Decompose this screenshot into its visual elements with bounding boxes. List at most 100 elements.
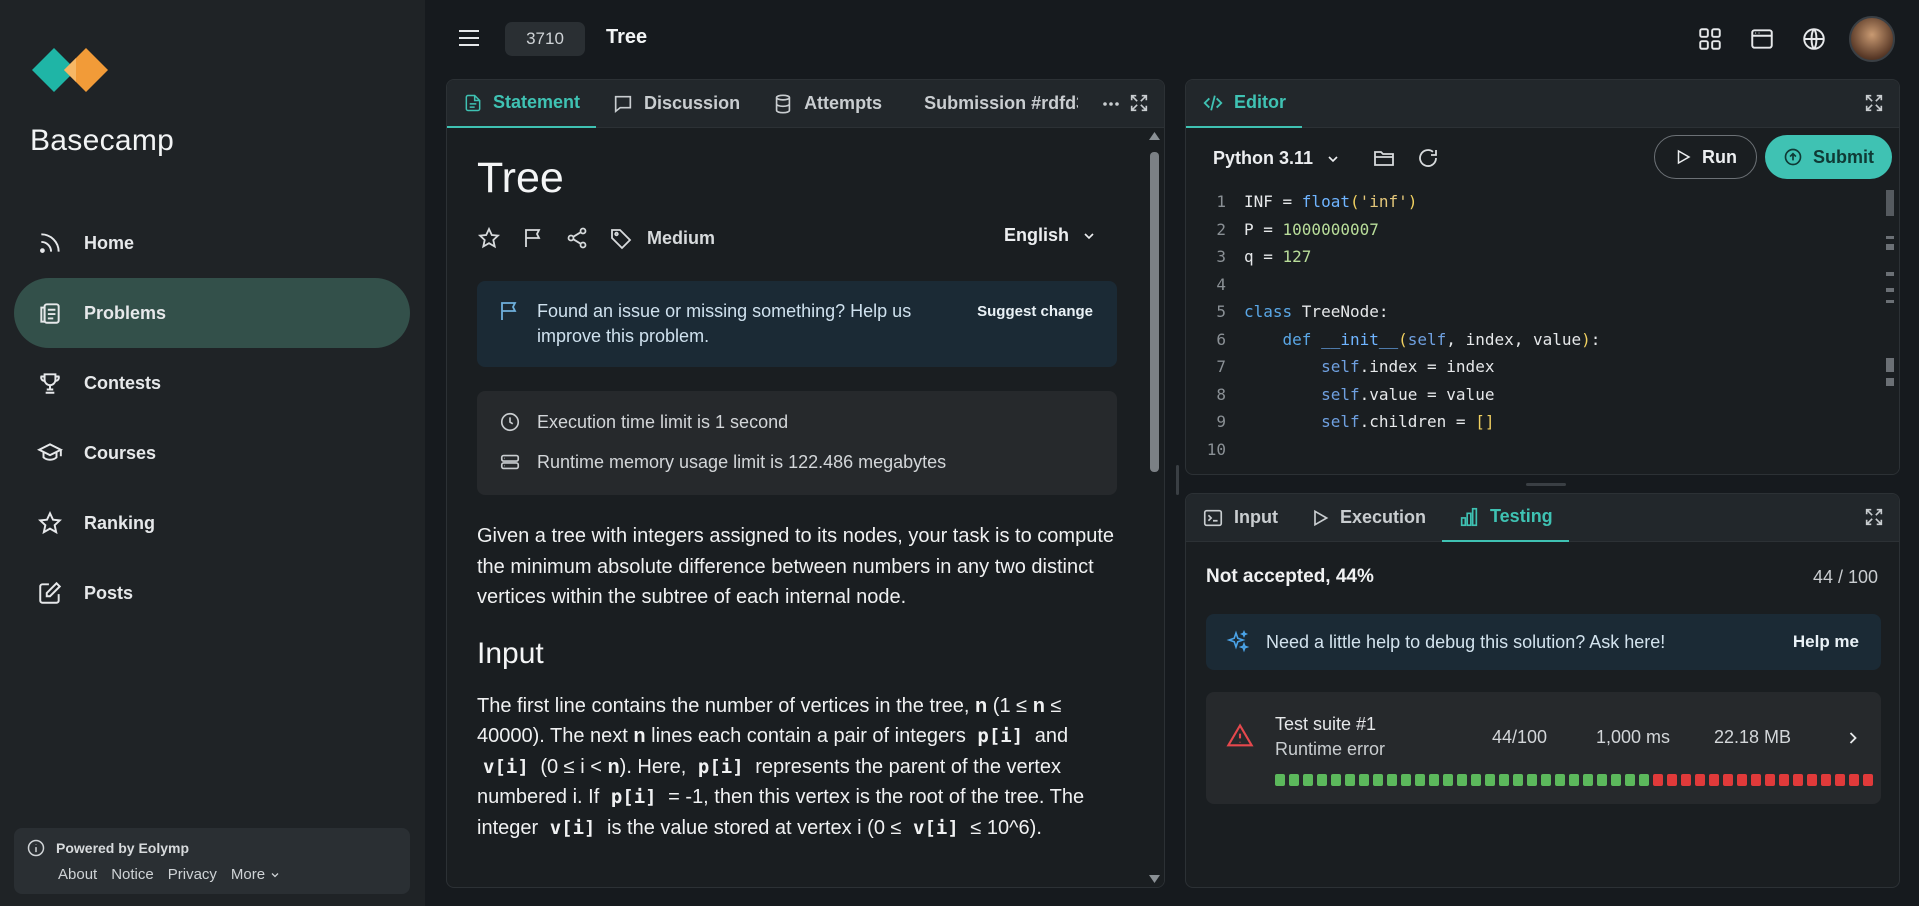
language-dropdown[interactable]: Python 3.11 xyxy=(1213,148,1341,169)
more-icon[interactable] xyxy=(1102,97,1120,111)
test-passed-marker xyxy=(1401,774,1411,786)
star-icon xyxy=(36,509,64,537)
tab-label: Attempts xyxy=(804,93,883,113)
panel-resize-handle[interactable] xyxy=(1176,465,1179,495)
language-label: English xyxy=(1003,225,1069,245)
footer-link-about[interactable]: About xyxy=(58,866,97,883)
test-passed-marker xyxy=(1457,774,1467,786)
tab-editor[interactable]: Editor xyxy=(1186,80,1302,128)
share-icon[interactable] xyxy=(565,226,589,250)
language-select[interactable]: English xyxy=(1004,225,1097,246)
submit-label: Submit xyxy=(1813,146,1874,167)
footer-link-privacy[interactable]: Privacy xyxy=(168,866,217,883)
tab-label: Input xyxy=(1234,507,1278,527)
basecamp-logo[interactable] xyxy=(30,40,110,100)
tab-statement[interactable]: Statement xyxy=(447,80,597,128)
code-line: 6 def __init__(self, index, value): xyxy=(1216,329,1601,349)
issue-banner: Found an issue or missing something? Hel… xyxy=(477,281,1117,367)
sidebar-item-contests[interactable]: Contests xyxy=(14,348,410,418)
clipboard-icon xyxy=(36,299,64,327)
test-failed-marker xyxy=(1653,774,1663,786)
test-passed-marker xyxy=(1471,774,1481,786)
result-status: Not accepted, 44% xyxy=(1206,566,1374,587)
sidebar-item-ranking[interactable]: Ranking xyxy=(14,488,410,558)
tab-testing[interactable]: Testing xyxy=(1442,494,1569,542)
tab-discussion[interactable]: Discussion xyxy=(596,80,756,128)
test-passed-marker xyxy=(1513,774,1523,786)
input-heading: Input xyxy=(477,636,544,670)
chevron-down-icon xyxy=(1328,155,1338,162)
difficulty-label: Medium xyxy=(647,227,716,248)
sidebar: Basecamp Home Problems Contests Courses xyxy=(0,0,425,906)
tab-execution[interactable]: Execution xyxy=(1294,494,1442,542)
footer-link-notice[interactable]: Notice xyxy=(111,866,154,883)
editor-tabbar: Editor xyxy=(1186,80,1899,128)
upload-circle-icon xyxy=(1784,148,1802,166)
play-icon xyxy=(1677,149,1691,165)
test-passed-marker xyxy=(1289,774,1299,786)
footer-more-label: More xyxy=(230,866,266,883)
bar-chart-icon xyxy=(1460,507,1478,526)
test-suite-row[interactable]: Test suite #1 Runtime error 44/100 1,000… xyxy=(1206,692,1881,804)
test-failed-marker xyxy=(1779,774,1789,786)
test-failed-marker xyxy=(1709,774,1719,786)
star-icon[interactable] xyxy=(477,226,501,250)
panel-resize-handle[interactable] xyxy=(1526,483,1566,486)
document-icon xyxy=(465,94,481,111)
statement-scrollbar[interactable] xyxy=(1145,128,1164,887)
avatar[interactable] xyxy=(1849,16,1895,62)
help-text: Need a little help to debug this solutio… xyxy=(1266,631,1666,652)
test-passed-marker xyxy=(1373,774,1383,786)
run-button[interactable]: Run xyxy=(1654,135,1757,179)
editor-scrollbar[interactable] xyxy=(1881,188,1899,474)
grid-icon[interactable] xyxy=(1693,17,1727,61)
sidebar-item-home[interactable]: Home xyxy=(14,208,410,278)
statement-tabbar: Statement Discussion Attempts Submission… xyxy=(447,80,1164,128)
browser-window-icon[interactable] xyxy=(1745,17,1779,61)
code-editor[interactable]: 1 INF = float('inf') 2P = 1000000007 3q =… xyxy=(1186,188,1881,474)
test-passed-marker xyxy=(1317,774,1327,786)
statement-body: Tree Medium English Found an issue or mi… xyxy=(447,128,1147,887)
language-label: Python 3.11 xyxy=(1213,148,1314,168)
help-me-button[interactable]: Help me xyxy=(1793,632,1859,652)
tab-label: Discussion xyxy=(644,93,741,113)
test-suite-score: 44/100 xyxy=(1492,727,1548,747)
expand-icon[interactable] xyxy=(1128,92,1150,114)
sidebar-item-posts[interactable]: Posts xyxy=(14,558,410,628)
test-passed-marker xyxy=(1639,774,1649,786)
tab-input[interactable]: Input xyxy=(1186,494,1294,542)
sidebar-item-label: Contests xyxy=(84,372,162,393)
footer-link-more[interactable]: More xyxy=(231,866,281,883)
sidebar-item-courses[interactable]: Courses xyxy=(14,418,410,488)
globe-icon[interactable] xyxy=(1797,17,1831,61)
submit-button[interactable]: Submit xyxy=(1765,135,1892,179)
sidebar-item-problems[interactable]: Problems xyxy=(14,278,410,348)
test-suite-memory: 22.18 MB xyxy=(1714,727,1792,747)
test-passed-marker xyxy=(1597,774,1607,786)
tab-submission[interactable]: Submission #rdfd3 xyxy=(898,80,1078,128)
test-failed-marker xyxy=(1863,774,1873,786)
tab-label: Submission #rdfd3 xyxy=(924,93,1079,113)
expand-icon[interactable] xyxy=(1863,506,1885,528)
folder-icon[interactable] xyxy=(1372,146,1396,170)
menu-icon[interactable] xyxy=(457,26,481,50)
clock-icon xyxy=(500,412,520,432)
refresh-icon[interactable] xyxy=(1416,146,1440,170)
test-failed-marker xyxy=(1807,774,1817,786)
chevron-down-icon xyxy=(271,872,279,877)
expand-icon[interactable] xyxy=(1863,92,1885,114)
suggest-change-button[interactable]: Suggest change xyxy=(977,299,1093,324)
problem-id-badge: 3710 xyxy=(505,22,585,56)
terminal-icon xyxy=(1203,509,1223,526)
result-score: 44 / 100 xyxy=(1812,567,1878,587)
chevron-down-icon xyxy=(1084,232,1094,239)
rss-icon xyxy=(36,229,64,257)
code-line: 7 self .index = index xyxy=(1216,357,1495,377)
help-banner: Need a little help to debug this solutio… xyxy=(1206,614,1881,670)
powered-by-box: Powered by Eolymp About Notice Privacy M… xyxy=(14,828,410,894)
info-icon xyxy=(27,839,45,857)
statement-title: Tree xyxy=(477,154,564,202)
tab-attempts[interactable]: Attempts xyxy=(756,80,898,128)
flag-icon[interactable] xyxy=(521,226,545,250)
play-icon xyxy=(1314,509,1329,526)
